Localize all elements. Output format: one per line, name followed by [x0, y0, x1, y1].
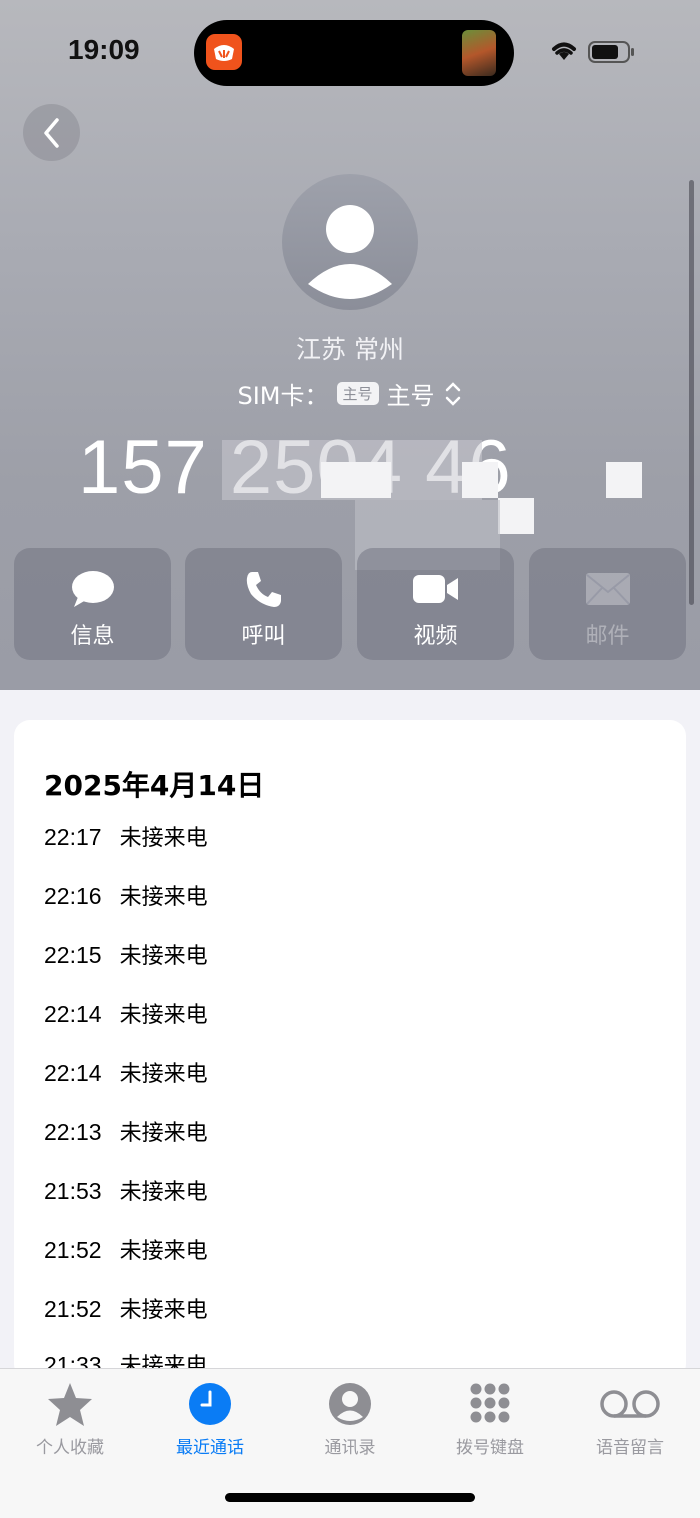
call-log-row[interactable]: 21:52 未接来电	[44, 1233, 208, 1265]
call-time: 21:52	[44, 1296, 102, 1322]
call-log-row[interactable]: 22:16 未接来电	[44, 879, 208, 911]
call-time: 22:15	[44, 942, 102, 968]
contact-avatar	[282, 174, 418, 310]
call-type: 未接来电	[119, 1180, 208, 1205]
person-icon	[329, 1383, 371, 1425]
wifi-icon	[552, 42, 576, 60]
action-buttons: 信息 呼叫 视频 邮件	[14, 548, 686, 660]
contact-header: 19:09 江苏 常州 SIM卡： 主号 主号 157 250	[0, 0, 700, 690]
video-button[interactable]: 视频	[357, 548, 514, 660]
keypad-icon	[470, 1383, 510, 1423]
call-time: 22:17	[44, 824, 102, 850]
call-log-row[interactable]: 21:52 未接来电	[44, 1292, 208, 1324]
call-time: 21:52	[44, 1237, 102, 1263]
message-label: 信息	[70, 624, 115, 649]
call-log-row[interactable]: 22:15 未接来电	[44, 938, 208, 970]
call-type: 未接来电	[119, 944, 208, 969]
call-log-row[interactable]: 22:17 未接来电	[44, 820, 208, 852]
sim-label: SIM卡：	[237, 382, 329, 410]
tab-recents-label: 最近通话	[176, 1438, 244, 1458]
mail-label: 邮件	[585, 624, 630, 649]
clock-icon	[189, 1383, 231, 1425]
tab-keypad-label: 拨号键盘	[456, 1438, 524, 1458]
call-time: 22:14	[44, 1060, 102, 1086]
contact-location: 江苏 常州	[296, 335, 404, 364]
redaction-block	[462, 462, 498, 498]
battery-icon	[588, 41, 634, 63]
sim-selector[interactable]: SIM卡： 主号 主号	[0, 376, 700, 411]
call-time: 21:53	[44, 1178, 102, 1204]
tab-favorites-label: 个人收藏	[36, 1438, 104, 1458]
voicemail-icon	[600, 1390, 660, 1418]
call-type: 未接来电	[119, 1298, 208, 1323]
call-time: 22:14	[44, 1001, 102, 1027]
sim-value: 主号	[386, 382, 435, 410]
call-type: 未接来电	[119, 885, 208, 910]
call-history-date: 2025年4月14日	[44, 769, 265, 802]
live-activity-app-icon[interactable]	[206, 34, 242, 70]
live-activity-thumbnail[interactable]	[462, 30, 496, 76]
mail-icon	[585, 573, 630, 605]
redaction-block	[606, 462, 642, 498]
redaction-block	[498, 498, 534, 534]
call-log-row[interactable]: 21:53 未接来电	[44, 1174, 208, 1206]
tab-voicemail-label: 语音留言	[596, 1438, 664, 1458]
call-time: 22:13	[44, 1119, 102, 1145]
video-icon	[412, 575, 458, 603]
call-type: 未接来电	[119, 1062, 208, 1087]
star-icon	[48, 1383, 92, 1426]
call-button[interactable]: 呼叫	[185, 548, 342, 660]
tab-contacts-label: 通讯录	[324, 1438, 376, 1458]
call-type: 未接来电	[119, 826, 208, 851]
tab-contacts[interactable]: 通讯录	[280, 1379, 420, 1458]
tab-recents[interactable]: 最近通话	[140, 1379, 280, 1458]
phone-icon	[246, 572, 281, 607]
dynamic-island[interactable]	[194, 20, 514, 86]
call-log-row[interactable]: 22:14 未接来电	[44, 1056, 208, 1088]
chevron-left-icon	[43, 117, 59, 148]
call-type: 未接来电	[119, 1239, 208, 1264]
tab-favorites[interactable]: 个人收藏	[0, 1379, 140, 1458]
call-type: 未接来电	[119, 1121, 208, 1146]
redaction-block	[321, 462, 391, 498]
call-time: 22:16	[44, 883, 102, 909]
back-button[interactable]	[23, 104, 80, 161]
message-icon	[71, 571, 114, 607]
call-history-card: 2025年4月14日 22:17 未接来电 22:16 未接来电 22:15 未…	[14, 720, 686, 1380]
person-silhouette-icon	[308, 205, 392, 299]
chevron-updown-icon	[445, 381, 460, 406]
home-indicator[interactable]	[225, 1493, 475, 1502]
status-time: 19:09	[68, 34, 140, 65]
sim-badge: 主号	[336, 382, 379, 405]
call-type: 未接来电	[119, 1003, 208, 1028]
call-log-row[interactable]: 22:14 未接来电	[44, 997, 208, 1029]
message-button[interactable]: 信息	[14, 548, 171, 660]
tab-keypad[interactable]: 拨号键盘	[420, 1379, 560, 1458]
mail-button[interactable]: 邮件	[529, 548, 686, 660]
call-log-row[interactable]: 22:13 未接来电	[44, 1115, 208, 1147]
video-label: 视频	[413, 624, 458, 649]
scrollbar[interactable]	[689, 180, 694, 605]
call-label: 呼叫	[241, 624, 286, 649]
tab-voicemail[interactable]: 语音留言	[560, 1379, 700, 1458]
